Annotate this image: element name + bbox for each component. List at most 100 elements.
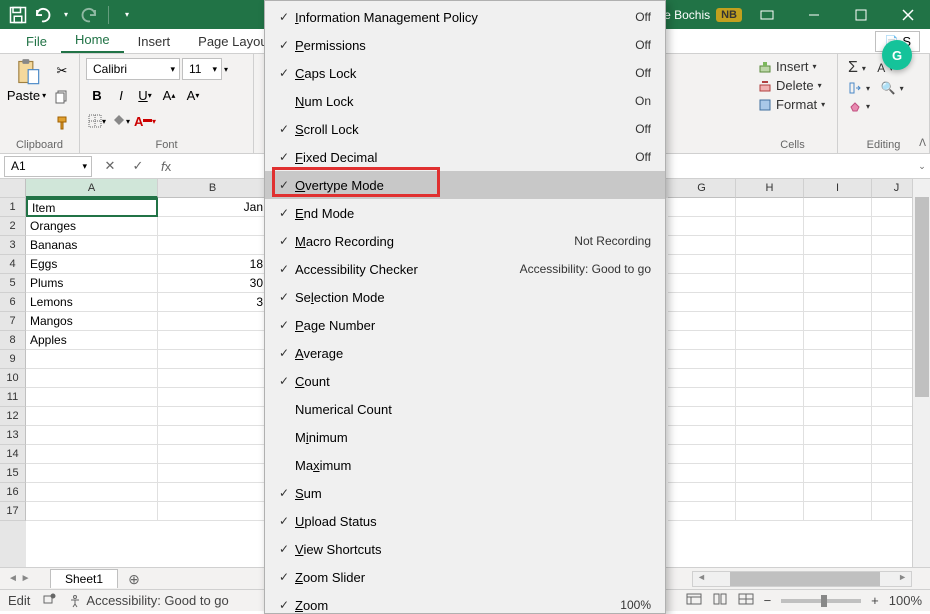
cell[interactable] [804,407,872,426]
row-header[interactable]: 7 [0,312,26,331]
cell[interactable] [668,350,736,369]
cell[interactable] [804,274,872,293]
cell[interactable]: Plums [26,274,158,293]
zoom-slider[interactable] [781,599,861,603]
tab-file[interactable]: File [12,30,61,53]
font-name-select[interactable]: Calibri [86,58,180,80]
tab-home[interactable]: Home [61,28,124,53]
menu-item[interactable]: ✓Macro RecordingNot Recording [265,227,665,255]
menu-item[interactable]: Minimum [265,423,665,451]
cell[interactable] [158,407,268,426]
cell[interactable] [804,293,872,312]
cell[interactable] [668,293,736,312]
italic-button[interactable]: I [110,84,132,106]
cell[interactable] [668,464,736,483]
menu-item[interactable]: ✓View Shortcuts [265,535,665,563]
cell[interactable] [158,464,268,483]
qat-customize-icon[interactable]: ▾ [117,5,137,25]
cell[interactable] [158,445,268,464]
row-header[interactable]: 6 [0,293,26,312]
menu-item[interactable]: ✓Selection Mode [265,283,665,311]
row-header[interactable]: 4 [0,255,26,274]
redo-icon[interactable] [80,5,100,25]
cell[interactable] [736,312,804,331]
cell[interactable] [736,293,804,312]
cell[interactable] [804,369,872,388]
ribbon-display-icon[interactable] [744,0,789,29]
cell[interactable]: Apples [26,331,158,350]
row-header[interactable]: 12 [0,407,26,426]
enter-formula-icon[interactable]: ✓ [126,156,150,177]
cell[interactable] [736,255,804,274]
cell[interactable] [736,483,804,502]
cell[interactable] [26,483,158,502]
zoom-in-button[interactable]: + [871,593,879,608]
cell[interactable] [804,445,872,464]
cell[interactable] [804,426,872,445]
cell[interactable]: 3 [158,293,268,312]
menu-item[interactable]: ✓Caps LockOff [265,59,665,87]
cell[interactable] [26,445,158,464]
row-header[interactable]: 10 [0,369,26,388]
cell[interactable] [26,407,158,426]
cell[interactable] [804,502,872,521]
cell[interactable] [668,388,736,407]
cell[interactable] [668,407,736,426]
increase-font-icon[interactable]: A▴ [158,84,180,106]
cell[interactable] [668,198,736,217]
sheet-tab[interactable]: Sheet1 [50,569,118,588]
cell[interactable]: 30 [158,274,268,293]
row-header[interactable]: 1 [0,198,26,217]
menu-item[interactable]: ✓Count [265,367,665,395]
grammarly-icon[interactable]: G [882,40,912,70]
menu-item[interactable]: ✓Zoom100% [265,591,665,614]
minimize-icon[interactable] [791,0,836,29]
fill-button[interactable]: ▾ 🔍▾ [844,80,923,96]
cell[interactable] [668,255,736,274]
cell[interactable] [668,236,736,255]
new-sheet-button[interactable]: ⊕ [122,571,146,587]
undo-dropdown-icon[interactable]: ▾ [56,5,76,25]
cell[interactable] [668,217,736,236]
row-header[interactable]: 8 [0,331,26,350]
decrease-font-icon[interactable]: A▾ [182,84,204,106]
cells-format-button[interactable]: Format ▾ [754,96,831,113]
cell[interactable] [26,426,158,445]
sheet-nav-buttons[interactable]: ◄ ► [0,573,50,584]
cell[interactable] [668,331,736,350]
column-header[interactable]: B [158,179,268,198]
vertical-scrollbar[interactable] [912,179,930,567]
cell[interactable] [26,502,158,521]
cell[interactable] [736,445,804,464]
cell[interactable] [668,445,736,464]
cell[interactable]: Lemons [26,293,158,312]
cell[interactable] [804,331,872,350]
cell[interactable] [736,236,804,255]
row-header[interactable]: 11 [0,388,26,407]
row-header[interactable]: 3 [0,236,26,255]
cell[interactable] [804,217,872,236]
menu-item[interactable]: ✓Average [265,339,665,367]
menu-item[interactable]: ✓Zoom Slider [265,563,665,591]
menu-item[interactable]: ✓Scroll LockOff [265,115,665,143]
cell[interactable] [668,312,736,331]
cell[interactable] [668,502,736,521]
format-painter-icon[interactable] [51,112,73,134]
bold-button[interactable]: B [86,84,108,106]
cell[interactable] [158,331,268,350]
cell[interactable] [26,369,158,388]
cell[interactable] [804,236,872,255]
cell[interactable] [804,483,872,502]
column-header[interactable]: G [668,179,736,198]
select-all-corner[interactable] [0,179,26,198]
close-icon[interactable] [885,0,930,29]
cell[interactable]: Item [26,198,158,217]
menu-item[interactable]: Maximum [265,451,665,479]
row-header[interactable]: 15 [0,464,26,483]
name-box[interactable]: A1 [4,156,92,177]
cell[interactable] [158,426,268,445]
user-avatar[interactable]: NB [716,8,742,22]
cell[interactable]: Jan [158,198,268,217]
cell[interactable]: Eggs [26,255,158,274]
cell[interactable] [736,369,804,388]
